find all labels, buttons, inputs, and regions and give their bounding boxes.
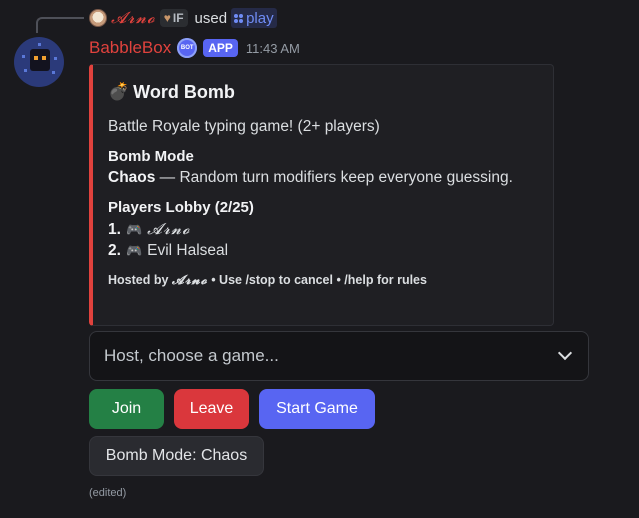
message-header: BabbleBox BOT APP 11:43 AM (89, 37, 300, 59)
game-select[interactable]: Host, choose a game... (89, 331, 589, 381)
player-list-item: 2. 🎮 Evil Halseal (108, 242, 537, 260)
embed-description: Battle Royale typing game! (2+ players) (108, 118, 380, 135)
embed-title-text: Word Bomb (133, 81, 235, 102)
verified-badge-icon: BOT (177, 38, 198, 58)
command-icon (234, 13, 244, 23)
controller-icon: 🎮 (125, 221, 143, 237)
footer-suffix: • Use /stop to cancel • /help for rules (207, 273, 427, 287)
controller-icon: 🎮 (125, 243, 143, 258)
game-select-placeholder: Host, choose a game... (104, 346, 279, 365)
footer-prefix: Hosted by (108, 273, 172, 287)
reply-connector (36, 17, 84, 33)
command-name: play (246, 9, 274, 27)
lobby-field-name: Players Lobby (2/25) (108, 199, 254, 216)
bomb-mode-button[interactable]: Bomb Mode: Chaos (89, 436, 264, 476)
reply-user-name[interactable]: 𝓐𝓻𝓷𝓸 (111, 8, 156, 28)
chevron-down-icon (557, 345, 573, 361)
mode-description: — Random turn modifiers keep everyone gu… (155, 169, 513, 186)
bot-avatar[interactable] (14, 37, 64, 87)
reply-avatar[interactable] (89, 9, 107, 27)
leave-button[interactable]: Leave (174, 389, 249, 429)
embed-title: 💣 Word Bomb (108, 80, 537, 104)
guild-tag[interactable]: ♥ IF (159, 9, 188, 27)
bot-name[interactable]: BabbleBox (89, 38, 171, 58)
embed-card: 💣 Word Bomb Battle Royale typing game! (… (89, 64, 554, 326)
player-list-item: 1. 🎮 𝓐𝓻𝓷𝓸 (108, 220, 537, 239)
player-name: Evil Halseal (147, 242, 229, 259)
join-button[interactable]: Join (89, 389, 164, 429)
reply-used-text: used (194, 9, 228, 27)
command-chip[interactable]: play (231, 8, 277, 28)
player-number: 1. (108, 220, 121, 238)
guild-tag-text: IF (172, 11, 184, 25)
edited-label: (edited) (89, 487, 127, 499)
bomb-icon: 💣 (108, 82, 130, 101)
robot-icon (30, 49, 50, 71)
heart-icon: ♥ (163, 11, 171, 25)
player-number: 2. (108, 242, 121, 259)
mode-field-value: Chaos — Random turn modifiers keep every… (108, 169, 537, 187)
player-name: 𝓐𝓻𝓷𝓸 (147, 220, 191, 238)
reply-header[interactable]: 𝓐𝓻𝓷𝓸 ♥ IF used play (89, 7, 277, 29)
embed-footer: Hosted by 𝓐𝓻𝓷𝓸 • Use /stop to cancel • /… (108, 272, 537, 288)
app-badge: APP (203, 39, 238, 57)
start-game-button[interactable]: Start Game (259, 389, 375, 429)
mode-name: Chaos (108, 169, 156, 186)
mode-field-name: Bomb Mode (108, 148, 194, 165)
footer-host: 𝓐𝓻𝓷𝓸 (171, 272, 208, 287)
timestamp[interactable]: 11:43 AM (246, 41, 300, 56)
